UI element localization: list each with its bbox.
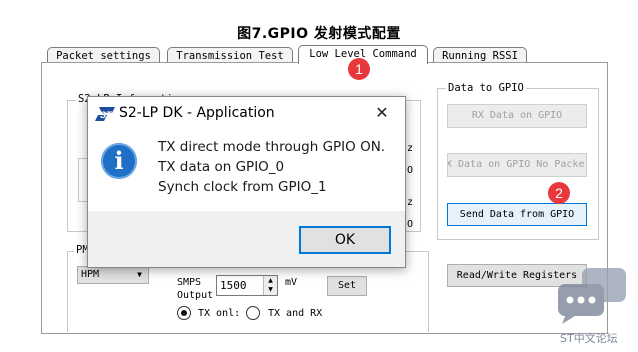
step-marker-1: 1: [348, 58, 370, 80]
data-to-gpio-group-label: Data to GPIO: [446, 82, 526, 94]
bg-fragment: z: [407, 143, 414, 154]
stepper-down-icon[interactable]: ▼: [263, 285, 277, 295]
dialog-body: i TX direct mode through GPIO ON. TX dat…: [88, 131, 405, 211]
bg-fragment: O: [407, 165, 414, 176]
set-button[interactable]: Set: [327, 276, 367, 296]
dialog-message-line-2: TX data on GPIO_0: [158, 159, 285, 175]
chat-bubble-icon: [556, 268, 630, 324]
radio-tx-only-label: TX onl:: [198, 308, 241, 319]
radio-selected-dot: [181, 310, 187, 316]
message-dialog: ST S2-LP DK - Application ✕ i TX direct …: [87, 96, 406, 268]
send-data-from-gpio-button[interactable]: Send Data from GPIO: [447, 203, 587, 226]
chevron-down-icon: ▼: [137, 270, 142, 279]
bg-fragment: z: [407, 197, 414, 208]
st-logo-icon: ST: [95, 106, 115, 121]
rx-data-on-gpio-no-packet-button[interactable]: X Data on GPIO No Packe: [447, 153, 587, 177]
bg-fragment: O: [407, 219, 414, 230]
smps-value: 1500: [220, 279, 247, 292]
smps-label: SMPS: [177, 277, 202, 288]
dialog-message-line-3: Synch clock from GPIO_1: [158, 179, 327, 195]
info-icon: i: [101, 143, 137, 179]
smps-label-2: Output: [177, 290, 214, 301]
pm-mode-select[interactable]: HPM ▼: [77, 266, 149, 284]
step-marker-2: 2: [548, 182, 570, 204]
watermark-text: ST中文论坛: [560, 332, 618, 345]
dialog-message-line-1: TX direct mode through GPIO ON.: [158, 139, 386, 155]
ok-button[interactable]: OK: [299, 226, 391, 254]
smps-unit: mV: [285, 277, 298, 288]
radio-tx-and-rx-label: TX and RX: [268, 308, 323, 319]
radio-tx-and-rx[interactable]: [246, 306, 260, 320]
smps-stepper[interactable]: 1500 ▲ ▼: [216, 275, 278, 296]
pm-mode-value: HPM: [81, 269, 100, 280]
close-icon[interactable]: ✕: [370, 102, 394, 124]
figure-caption: 图7.GPIO 发射模式配置: [237, 26, 401, 42]
rx-data-on-gpio-button[interactable]: RX Data on GPIO: [447, 104, 587, 128]
dialog-titlebar: ST S2-LP DK - Application ✕: [88, 97, 405, 131]
dialog-title: S2-LP DK - Application: [119, 105, 275, 121]
radio-tx-only[interactable]: [177, 306, 191, 320]
svg-text:ST: ST: [100, 110, 113, 120]
